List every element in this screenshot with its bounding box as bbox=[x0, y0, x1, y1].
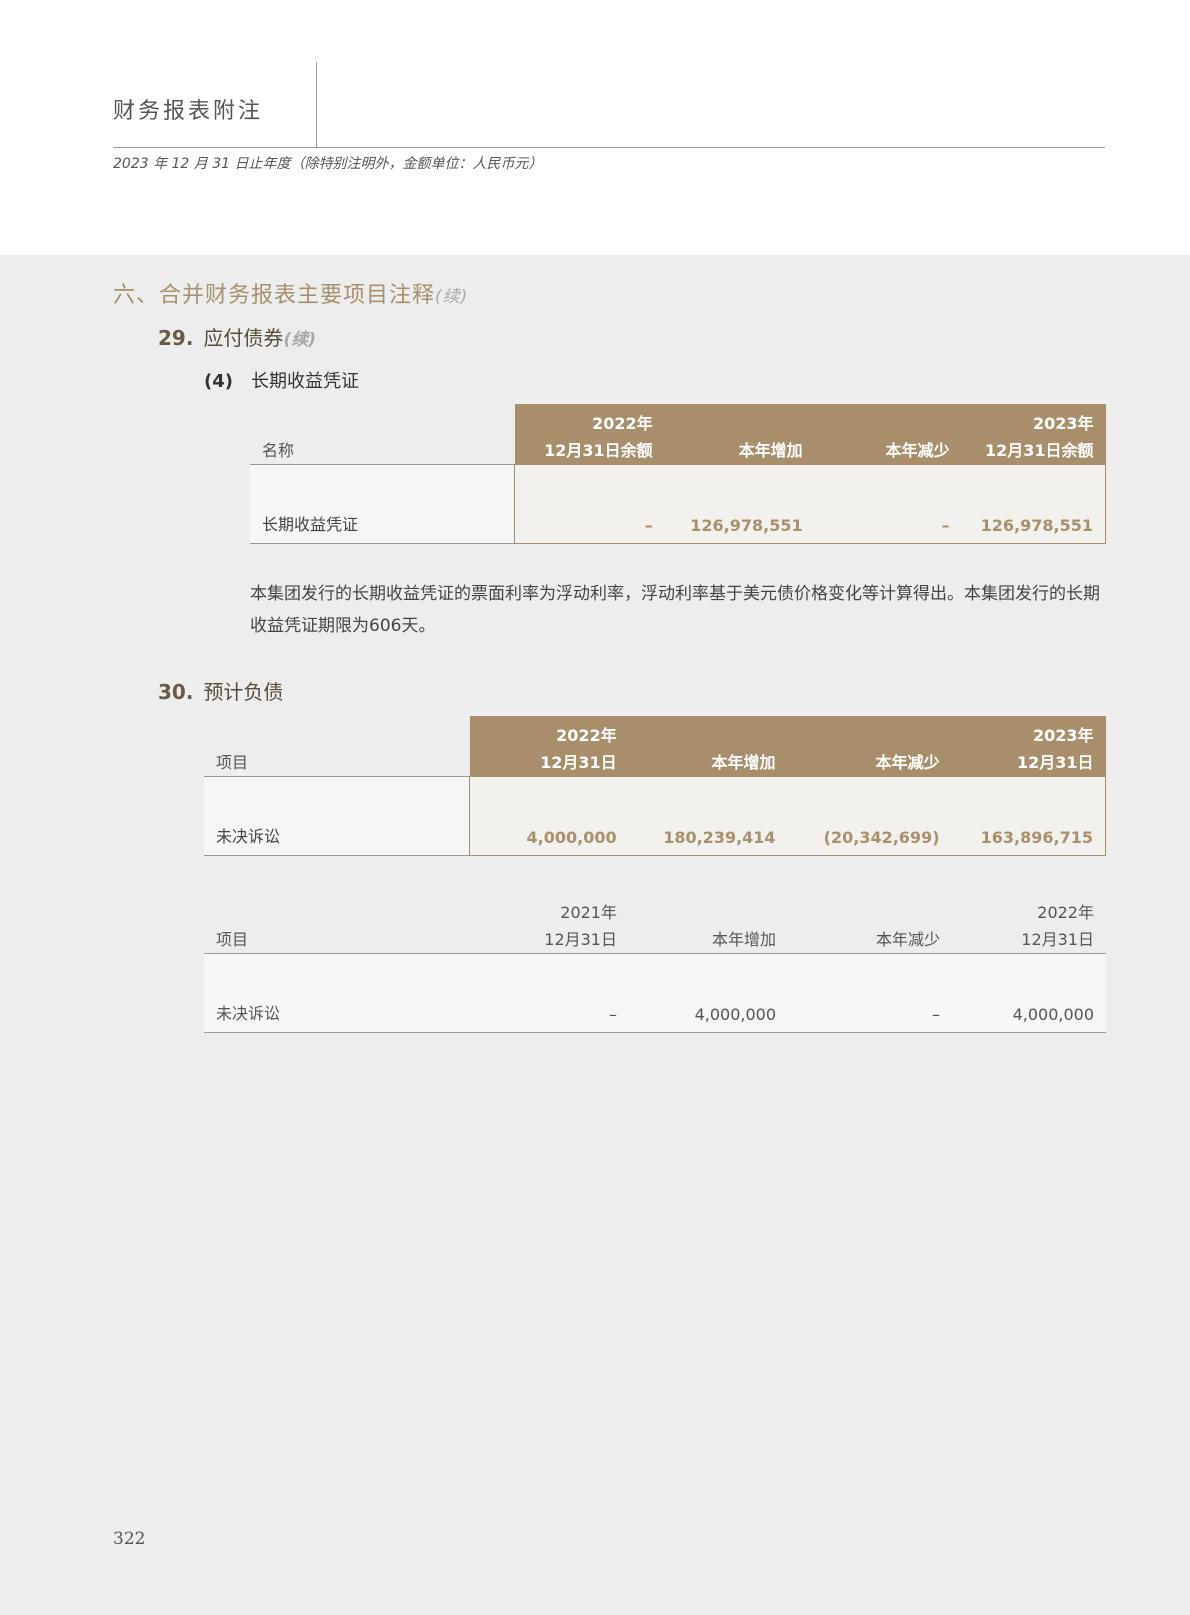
col-header-2022-date: 12月31日 bbox=[469, 746, 629, 777]
note-29-title: 29. 应付债券(续) bbox=[158, 322, 316, 351]
note-30-title-text: 预计负债 bbox=[203, 680, 284, 704]
note-29-number: 29. bbox=[158, 326, 194, 350]
row-value-2022: – bbox=[514, 464, 665, 544]
note-29-title-text: 应付债券 bbox=[203, 326, 284, 350]
row-value-increase: 4,000,000 bbox=[629, 953, 788, 1033]
header-band bbox=[0, 0, 1190, 255]
col-header-2023-date: 12月31日 bbox=[951, 746, 1106, 777]
col-header-2022-year: 2022年 bbox=[1037, 903, 1094, 922]
col-header-increase: 本年增加 bbox=[664, 434, 815, 465]
row-value-2023: 126,978,551 bbox=[961, 464, 1107, 544]
note-30-title: 30. 预计负债 bbox=[158, 676, 283, 705]
col-header-name: 名称 bbox=[250, 434, 515, 465]
note-29-paragraph: 本集团发行的长期收益凭证的票面利率为浮动利率，浮动利率基于美元债价格变化等计算得… bbox=[250, 584, 1100, 636]
section-title: 六、合并财务报表主要项目注释(续) bbox=[113, 277, 468, 309]
col-header-2021-date: 12月31日 bbox=[470, 923, 629, 954]
col-header-decrease: 本年减少 bbox=[788, 923, 952, 954]
col-header-decrease: 本年减少 bbox=[814, 434, 962, 465]
note-29-title-cont: (续) bbox=[283, 330, 316, 350]
row-value-2023: 163,896,715 bbox=[951, 776, 1106, 856]
header-divider-horizontal bbox=[113, 147, 1105, 148]
col-header-2023-year: 2023年 bbox=[961, 404, 1106, 434]
note-29-4-title: (4) 长期收益凭证 bbox=[204, 367, 359, 393]
col-header-item: 项目 bbox=[204, 746, 470, 777]
col-header-2022-date: 12月31日 bbox=[952, 923, 1106, 954]
col-header-2022-balance: 12月31日余额 bbox=[514, 434, 665, 465]
row-value-decrease: – bbox=[788, 953, 952, 1033]
page-header-subtitle: 2023 年 12 月 31 日止年度（除特别注明外，金额单位：人民币元） bbox=[113, 156, 543, 172]
row-value-increase: 180,239,414 bbox=[628, 776, 788, 856]
page-header-title: 财务报表附注 bbox=[113, 99, 264, 124]
row-value-increase: 126,978,551 bbox=[664, 464, 815, 544]
row-label: 未决诉讼 bbox=[204, 953, 470, 1033]
col-header-2021-year: 2021年 bbox=[560, 903, 617, 922]
header-divider-vertical bbox=[316, 62, 317, 147]
table-long-term-notes: 2022年 2023年 名称 12月31日余额 本年增加 本年减少 12月31日… bbox=[250, 404, 1107, 544]
table-provisions-2023: 2022年 2023年 项目 12月31日 本年增加 本年减少 12月31日 未… bbox=[204, 716, 1106, 856]
section-title-text: 六、合并财务报表主要项目注释 bbox=[113, 283, 436, 308]
page-number: 322 bbox=[113, 1529, 146, 1549]
col-header-2023-year: 2023年 bbox=[951, 716, 1106, 746]
row-label: 未决诉讼 bbox=[204, 776, 470, 856]
table-provisions-2022: 2021年 2022年 项目 12月31日 本年增加 本年减少 12月31日 未… bbox=[204, 893, 1106, 1033]
col-header-increase: 本年增加 bbox=[629, 923, 788, 954]
col-header-2023-balance: 12月31日余额 bbox=[961, 434, 1106, 465]
note-29-4-number: (4) bbox=[204, 371, 233, 392]
col-header-2022-year: 2022年 bbox=[469, 716, 629, 746]
table-row: 长期收益凭证 – 126,978,551 – 126,978,551 bbox=[250, 464, 1107, 544]
col-header-item: 项目 bbox=[204, 923, 470, 954]
col-header-increase: 本年增加 bbox=[628, 746, 788, 777]
row-value-decrease: – bbox=[814, 464, 962, 544]
col-header-2022-year: 2022年 bbox=[514, 404, 665, 434]
note-30-number: 30. bbox=[158, 680, 194, 704]
row-value-decrease: (20,342,699) bbox=[787, 776, 952, 856]
table-row: 未决诉讼 – 4,000,000 – 4,000,000 bbox=[204, 953, 1106, 1033]
section-title-cont: (续) bbox=[435, 287, 469, 307]
row-value-2021: – bbox=[470, 953, 629, 1033]
row-value-2022: 4,000,000 bbox=[469, 776, 629, 856]
row-label: 长期收益凭证 bbox=[250, 464, 515, 544]
note-29-4-title-text: 长期收益凭证 bbox=[250, 371, 359, 392]
col-header-decrease: 本年减少 bbox=[787, 746, 952, 777]
row-value-2022: 4,000,000 bbox=[952, 953, 1106, 1033]
table-row: 未决诉讼 4,000,000 180,239,414 (20,342,699) … bbox=[204, 776, 1106, 856]
